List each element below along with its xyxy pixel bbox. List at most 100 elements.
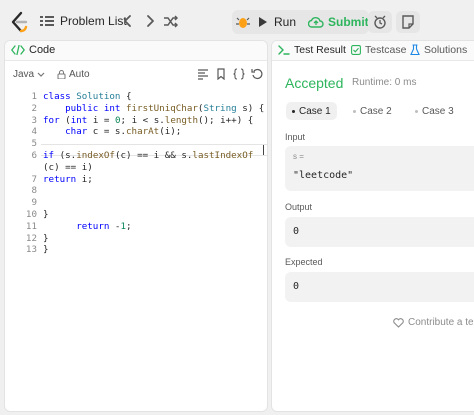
code-line[interactable]: 4 char c = s.charAt(i); (5, 126, 267, 137)
shuffle-icon[interactable] (163, 14, 178, 29)
tab-testcase-label: Testcase (365, 44, 407, 56)
code-text: (c) == i) (43, 162, 93, 173)
code-line[interactable]: 10} (5, 209, 267, 220)
tab-test-result[interactable]: Test Result (278, 44, 346, 56)
reset-icon[interactable] (251, 68, 263, 80)
line-number: 9 (31, 197, 37, 209)
run-button[interactable]: Run (258, 12, 296, 32)
chevron-down-icon (37, 72, 45, 77)
case-tab-3[interactable]: Case 3 (409, 102, 460, 120)
expected-box: 0 (285, 272, 474, 302)
code-token: indexOf (76, 150, 115, 161)
tab-code-label: Code (29, 44, 56, 56)
line-number: 8 (31, 185, 37, 197)
format-icon[interactable] (197, 68, 209, 80)
alarm-clock-icon (374, 15, 386, 29)
code-token: charAt (126, 126, 160, 138)
code-text: return -1; (43, 220, 131, 232)
line-number: 11 (25, 220, 37, 232)
heart-icon (393, 317, 404, 328)
code-token: (c) == i && s. (114, 150, 193, 161)
autocomplete-label: Auto (69, 69, 90, 80)
line-number: 3 (31, 114, 37, 126)
code-line[interactable]: 13} (5, 244, 267, 255)
line-number: 5 (31, 138, 37, 150)
code-text: } (43, 244, 49, 255)
case-label: Case 2 (360, 105, 392, 117)
submit-label: Submit (328, 15, 369, 29)
code-line[interactable]: 6 if (s.indexOf(c) == i && s.lastIndexOf (5, 150, 267, 161)
code-line[interactable]: 11 return -1; (5, 221, 267, 232)
tab-testcase[interactable]: Testcase (351, 44, 406, 56)
code-token: Solution (76, 91, 126, 102)
code-text: } (43, 209, 49, 220)
leetcode-logo-icon[interactable] (8, 11, 30, 33)
case-label: Case 1 (299, 105, 331, 117)
prev-problem-icon[interactable] (120, 13, 136, 29)
tab-code[interactable]: Code (11, 44, 55, 56)
output-value: 0 (293, 226, 300, 237)
code-token: firstUniqChar (125, 102, 198, 114)
code-token: String (203, 102, 237, 114)
code-panel-header: Code (5, 41, 267, 61)
debug-icon[interactable] (236, 14, 250, 30)
code-token: class (43, 91, 77, 102)
code-token: return (43, 173, 82, 185)
output-box: 0 (285, 217, 474, 247)
code-text: char c = s.charAt(i); (43, 126, 181, 137)
code-token: } (43, 209, 49, 220)
code-line[interactable]: 2 public int firstUniqChar(String s) { (5, 103, 267, 114)
code-token: c = s. (92, 126, 126, 138)
contribute-testcase-link[interactable]: Contribute a test (393, 317, 474, 328)
code-token: { (126, 91, 132, 102)
code-token: return (43, 220, 115, 232)
line-number: 10 (25, 209, 37, 220)
code-token: int (70, 114, 93, 126)
code-token: (i); (159, 126, 182, 138)
code-line[interactable]: 8 (5, 185, 267, 196)
language-select[interactable]: Java (13, 69, 45, 80)
code-token: (s. (59, 150, 77, 161)
next-problem-icon[interactable] (142, 13, 158, 29)
bookmark-icon[interactable] (215, 68, 227, 80)
code-text: } (43, 233, 49, 244)
runtime-text: Runtime: 0 ms (352, 77, 417, 88)
case-status-dot (292, 109, 295, 113)
output-label: Output (285, 202, 313, 212)
code-line[interactable]: (c) == i) (5, 162, 267, 173)
code-token: char (43, 126, 93, 138)
code-brackets-icon (11, 45, 25, 55)
code-token: if (43, 150, 60, 161)
line-number: 12 (25, 232, 37, 244)
input-value: "leetcode" (293, 170, 354, 181)
code-line[interactable]: 1 class Solution { (5, 91, 267, 102)
code-text: for (int i = 0; i < s.length(); i++) { (43, 115, 253, 126)
code-line[interactable]: 5 (5, 138, 267, 149)
line-number: 6 (31, 150, 37, 161)
code-text: return i; (43, 174, 93, 185)
flask-icon (410, 44, 420, 56)
note-icon (402, 15, 414, 29)
timer-button[interactable] (368, 11, 392, 33)
submit-button[interactable]: Submit (308, 12, 369, 32)
problem-list-icon (40, 16, 54, 26)
autocomplete-toggle[interactable]: Auto (57, 69, 90, 80)
code-line[interactable]: 9 (5, 197, 267, 208)
case-tab-1[interactable]: Case 1 (286, 102, 337, 120)
tab-test-result-label: Test Result (294, 44, 346, 56)
code-token: length (164, 114, 198, 126)
problem-list-link[interactable]: Problem List (60, 14, 127, 28)
code-token: } (43, 232, 49, 244)
code-line[interactable]: 12} (5, 233, 267, 244)
tab-solutions-label: Solutions (424, 44, 468, 56)
braces-icon[interactable] (233, 68, 245, 80)
code-line[interactable]: 7 return i; (5, 174, 267, 185)
notes-button[interactable] (396, 11, 420, 33)
checkbox-icon (351, 45, 361, 55)
code-text: public int firstUniqChar(String s) { (43, 103, 264, 114)
contribute-label: Contribute a test (408, 317, 474, 328)
terminal-icon (278, 45, 290, 55)
code-line[interactable]: 3 for (int i = 0; i < s.length(); i++) { (5, 115, 267, 126)
case-tab-2[interactable]: Case 2 (347, 102, 398, 120)
tab-solutions[interactable]: Solutions (410, 44, 467, 56)
